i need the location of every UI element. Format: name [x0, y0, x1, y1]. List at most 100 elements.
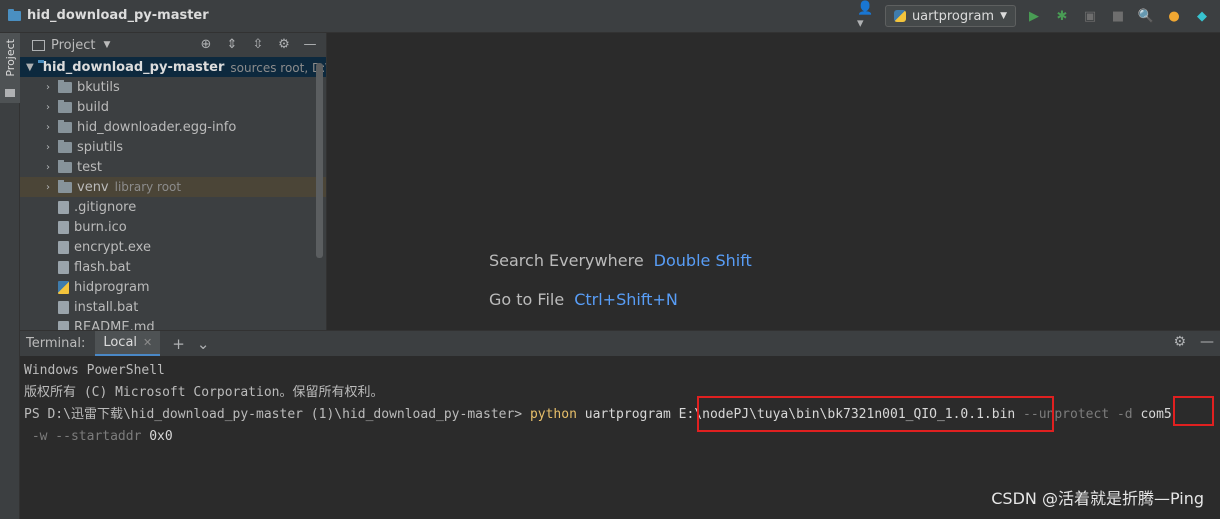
tree-item-build[interactable]: › build: [20, 97, 326, 117]
navigation-bar: hid_download_py-master 👤▾ uartprogram ▼ …: [0, 0, 1220, 33]
file-icon: [58, 200, 69, 214]
gear-icon[interactable]: ⚙: [1173, 334, 1186, 350]
folder-icon: [58, 139, 72, 153]
terminal-header: Terminal: Local ✕ + ⌄ ⚙ —: [20, 330, 1220, 357]
goto-file-label: Go to File: [489, 290, 565, 309]
chevron-right-icon[interactable]: ›: [42, 162, 54, 173]
gear-icon[interactable]: ⚙: [276, 36, 292, 52]
tree-item-label: README.md: [74, 319, 155, 331]
tree-item-spiutils[interactable]: › spiutils: [20, 137, 326, 157]
left-tool-strip: Project: [0, 33, 20, 519]
folder-icon: [58, 79, 72, 93]
chevron-right-icon[interactable]: ›: [42, 142, 54, 153]
tree-item--gitignore[interactable]: .gitignore: [20, 197, 326, 217]
goto-file-shortcut: Ctrl+Shift+N: [574, 290, 678, 309]
tree-item-hint: library root: [114, 180, 182, 194]
tree-root[interactable]: ▼ hid_download_py-master sources root, D…: [20, 57, 326, 77]
project-panel: Project ▼ ⊕ ⇕ ⇳ ⚙ — ▼ hid_download_py-ma…: [20, 33, 327, 330]
debug-icon[interactable]: ✱: [1052, 5, 1072, 27]
tree-item-encrypt-exe[interactable]: encrypt.exe: [20, 237, 326, 257]
folder-icon: [58, 179, 72, 193]
hide-icon[interactable]: —: [302, 36, 318, 52]
file-icon: [58, 240, 69, 254]
project-panel-header: Project ▼ ⊕ ⇕ ⇳ ⚙ —: [20, 33, 326, 57]
folder-icon: [5, 89, 15, 97]
close-icon[interactable]: ✕: [143, 336, 152, 349]
run-configuration-select[interactable]: uartprogram ▼: [884, 5, 1016, 27]
project-tool-tab[interactable]: Project: [0, 33, 20, 103]
port-highlight-box: [1173, 396, 1214, 426]
root-hint: sources root, D:\迅: [230, 60, 326, 75]
tree-item-test[interactable]: › test: [20, 157, 326, 177]
chevron-right-icon[interactable]: ›: [42, 182, 54, 193]
goto-file-hint: Go to File Ctrl+Shift+N: [489, 290, 678, 309]
run-config-label: uartprogram: [911, 8, 995, 24]
flags: -w --startaddr: [24, 429, 142, 444]
tree-item-label: bkutils: [77, 79, 120, 95]
terminal-line: Windows PowerShell: [24, 363, 165, 378]
tree-item-label: spiutils: [77, 139, 123, 155]
tree-item-readme-md[interactable]: README.md: [20, 317, 326, 330]
tree-item-hidprogram[interactable]: hidprogram: [20, 277, 326, 297]
user-icon[interactable]: 👤▾: [857, 1, 877, 31]
tree-item-label: test: [77, 159, 102, 175]
tree-item-label: burn.ico: [74, 219, 127, 235]
search-everywhere-label: Search Everywhere: [489, 251, 644, 270]
toolbox-icon[interactable]: ◆: [1192, 5, 1212, 27]
run-icon[interactable]: ▶: [1024, 5, 1044, 27]
tree-item-label: encrypt.exe: [74, 239, 151, 255]
folder-icon: [8, 8, 21, 21]
com-port: com5: [1140, 407, 1172, 422]
tree-item-label: .gitignore: [74, 199, 137, 215]
file-icon: [58, 260, 69, 274]
chevron-down-icon[interactable]: ⌄: [197, 335, 210, 353]
tree-item-label: venv: [77, 179, 109, 195]
terminal-label: Terminal:: [26, 336, 86, 351]
collapse-all-icon[interactable]: ⇳: [250, 36, 266, 52]
command: python: [529, 407, 577, 422]
tree-item-venv[interactable]: › venv library root: [20, 177, 326, 197]
tree-item-label: build: [77, 99, 109, 115]
project-title: hid_download_py-master: [27, 8, 209, 23]
tree-item-label: hid_downloader.egg-info: [77, 119, 237, 135]
tree-item-burn-ico[interactable]: burn.ico: [20, 217, 326, 237]
chevron-right-icon[interactable]: ›: [42, 102, 54, 113]
chevron-right-icon[interactable]: ›: [42, 122, 54, 133]
file-icon: [58, 220, 69, 234]
search-everywhere-shortcut: Double Shift: [653, 251, 752, 270]
tree-item-install-bat[interactable]: install.bat: [20, 297, 326, 317]
project-tree: ▼ hid_download_py-master sources root, D…: [20, 57, 326, 330]
start-address: 0x0: [149, 429, 173, 444]
chevron-down-icon: ▼: [1000, 11, 1007, 21]
new-tab-icon[interactable]: +: [172, 335, 185, 353]
stop-icon[interactable]: ■: [1108, 5, 1128, 27]
tree-item-bkutils[interactable]: › bkutils: [20, 77, 326, 97]
project-tab-label: Project: [4, 39, 17, 77]
tab-local[interactable]: Local ✕: [95, 330, 161, 357]
python-file-icon: [58, 280, 69, 294]
scrollbar[interactable]: [316, 63, 323, 258]
expand-all-icon[interactable]: ⇕: [224, 36, 240, 52]
tab-local-label: Local: [103, 334, 138, 350]
chevron-down-icon[interactable]: ▼: [103, 40, 110, 50]
coverage-icon[interactable]: ▣: [1080, 5, 1100, 27]
folder-icon: [58, 99, 72, 113]
folder-icon: [58, 119, 72, 133]
python-icon: [893, 10, 906, 22]
locate-icon[interactable]: ⊕: [198, 36, 214, 52]
project-view-icon: [32, 39, 45, 51]
file-icon: [58, 320, 69, 330]
path-highlight-box: [697, 396, 1054, 432]
tree-item-hid-downloader-egg-info[interactable]: › hid_downloader.egg-info: [20, 117, 326, 137]
tree-item-flash-bat[interactable]: flash.bat: [20, 257, 326, 277]
project-view-select[interactable]: Project: [51, 38, 95, 53]
chevron-down-icon[interactable]: ▼: [26, 62, 34, 73]
script-name: uartprogram: [584, 407, 671, 422]
chevron-right-icon[interactable]: ›: [42, 82, 54, 93]
folder-icon: [58, 159, 72, 173]
tree-item-label: install.bat: [74, 299, 139, 315]
hide-icon[interactable]: —: [1200, 334, 1214, 350]
update-icon[interactable]: ●: [1164, 5, 1184, 27]
search-icon[interactable]: 🔍: [1136, 5, 1156, 27]
breadcrumb[interactable]: hid_download_py-master: [8, 8, 209, 23]
